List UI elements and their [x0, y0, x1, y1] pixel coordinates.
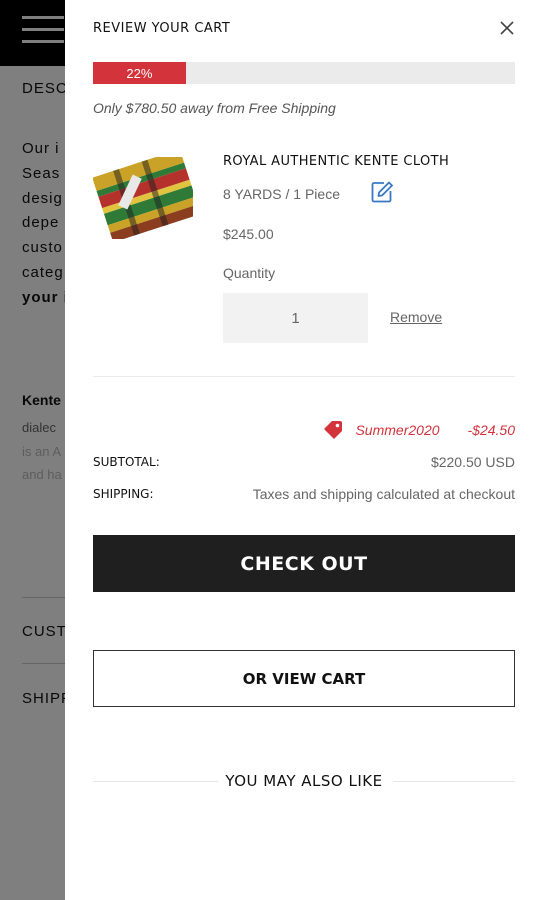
shipping-label: SHIPPING:: [93, 487, 154, 501]
shipping-value: Taxes and shipping calculated at checkou…: [252, 486, 515, 502]
discount-row: Summer2020 -$24.50: [323, 420, 515, 440]
discount-amount: -$24.50: [467, 422, 515, 438]
discount-code: Summer2020: [355, 422, 440, 438]
divider: [93, 376, 515, 377]
product-price: $245.00: [223, 226, 274, 242]
quantity-input[interactable]: [223, 293, 368, 343]
subtotal-label: SUBTOTAL:: [93, 455, 160, 469]
product-title[interactable]: ROYAL AUTHENTIC KENTE CLOTH: [223, 154, 449, 169]
cart-drawer: REVIEW YOUR CART 22% Only $780.50 away f…: [65, 0, 543, 900]
close-icon[interactable]: [497, 18, 517, 38]
progress-label: 22%: [126, 65, 153, 81]
view-cart-button[interactable]: OR VIEW CART: [93, 650, 515, 707]
product-thumbnail[interactable]: [92, 149, 201, 243]
quantity-label: Quantity: [223, 265, 276, 281]
checkout-button[interactable]: CHECK OUT: [93, 535, 515, 592]
free-shipping-note: Only $780.50 away from Free Shipping: [93, 100, 336, 116]
product-variant: 8 YARDS / 1 Piece: [223, 186, 340, 202]
subtotal-value: $220.50 USD: [430, 454, 515, 470]
remove-link[interactable]: Remove: [390, 309, 442, 325]
edit-icon[interactable]: [370, 180, 394, 204]
divider: [393, 781, 515, 782]
progress-fill: 22%: [93, 62, 186, 84]
cart-title: REVIEW YOUR CART: [93, 21, 231, 36]
free-shipping-progress: 22%: [93, 62, 515, 84]
tag-icon: [323, 420, 343, 440]
